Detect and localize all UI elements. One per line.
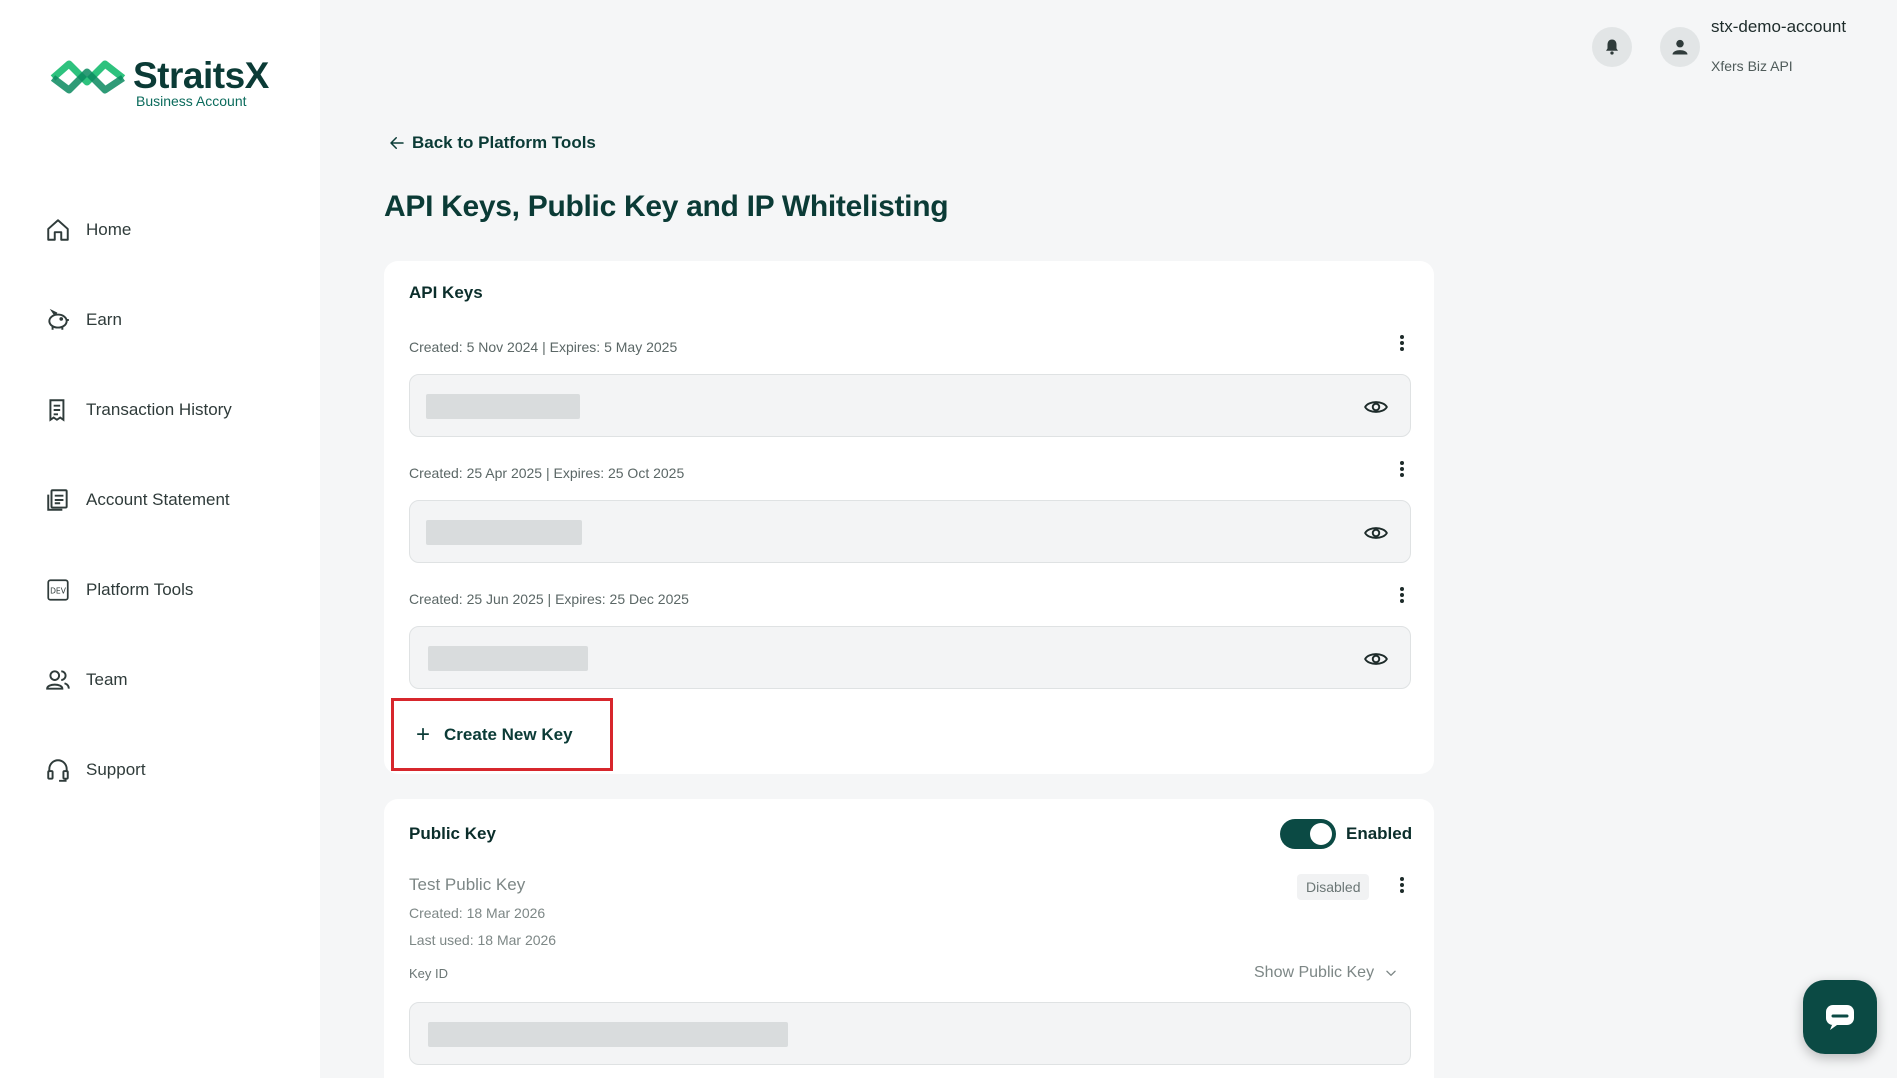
sidebar: StraitsX Business Account Home Earn Tran… <box>0 0 320 1078</box>
page-title: API Keys, Public Key and IP Whitelisting <box>384 190 949 223</box>
sidebar-item-platform-tools[interactable]: DEV Platform Tools <box>44 570 304 610</box>
create-new-key-label: Create New Key <box>444 724 573 744</box>
public-key-card: Public Key Enabled Test Public Key Creat… <box>384 799 1434 1078</box>
sidebar-item-earn[interactable]: Earn <box>44 300 304 340</box>
eye-icon[interactable] <box>1363 520 1389 546</box>
more-vertical-icon <box>1400 587 1404 603</box>
chevron-down-icon <box>1386 970 1396 976</box>
public-key-last-used: Last used: 18 Mar 2026 <box>409 932 557 948</box>
user-icon <box>1672 39 1688 55</box>
masked-key <box>426 394 580 419</box>
headset-icon <box>44 756 72 784</box>
public-key-name: Test Public Key <box>409 875 526 894</box>
bell-icon <box>1606 39 1618 55</box>
api-key-meta: Created: 25 Apr 2025 | Expires: 25 Oct 2… <box>409 465 685 481</box>
sidebar-item-support[interactable]: Support <box>44 750 304 790</box>
masked-key <box>428 646 588 671</box>
eye-icon[interactable] <box>1363 394 1389 420</box>
back-to-platform-tools-link[interactable]: Back to Platform Tools <box>388 133 596 153</box>
create-new-key-button[interactable]: + Create New Key <box>391 698 613 771</box>
sidebar-nav: Home Earn Transaction History Account St… <box>44 210 304 840</box>
sidebar-item-label: Transaction History <box>86 400 232 419</box>
chat-button[interactable] <box>1803 980 1877 1054</box>
toggle-knob <box>1310 823 1332 845</box>
account-subtitle: Xfers Biz API <box>1711 58 1793 74</box>
public-key-created: Created: 18 Mar 2026 <box>409 905 546 921</box>
plus-icon: + <box>416 720 431 748</box>
api-key-field[interactable] <box>409 500 1411 563</box>
more-vertical-icon <box>1400 461 1404 477</box>
sidebar-item-transaction-history[interactable]: Transaction History <box>44 390 304 430</box>
api-keys-title: API Keys <box>409 283 483 302</box>
back-link-label: Back to Platform Tools <box>412 133 596 152</box>
sidebar-item-label: Account Statement <box>86 490 230 509</box>
api-key-menu-button[interactable] <box>1392 457 1412 481</box>
public-key-title: Public Key <box>409 824 496 843</box>
dev-icon: DEV <box>44 576 72 604</box>
more-vertical-icon <box>1400 335 1404 351</box>
status-badge: Disabled <box>1297 874 1370 900</box>
public-key-toggle-group: Enabled <box>1280 819 1412 849</box>
more-vertical-icon <box>1400 877 1404 893</box>
straitsx-logo-icon <box>50 60 126 94</box>
account-name[interactable]: stx-demo-account <box>1711 17 1846 37</box>
sidebar-item-label: Team <box>86 670 128 689</box>
show-public-key-button[interactable]: Show Public Key <box>1254 964 1398 982</box>
api-keys-card: API Keys Created: 5 Nov 2024 | Expires: … <box>384 261 1434 774</box>
api-key-field[interactable] <box>409 374 1411 437</box>
show-public-key-label: Show Public Key <box>1254 964 1375 981</box>
api-key-meta: Created: 25 Jun 2025 | Expires: 25 Dec 2… <box>409 591 689 607</box>
masked-key <box>426 520 582 545</box>
sidebar-item-home[interactable]: Home <box>44 210 304 250</box>
key-id-label: Key ID <box>409 966 449 981</box>
receipt-icon <box>44 396 72 424</box>
public-key-menu-button[interactable] <box>1392 873 1412 897</box>
api-key-menu-button[interactable] <box>1392 331 1412 355</box>
home-icon <box>44 216 72 244</box>
sidebar-item-team[interactable]: Team <box>44 660 304 700</box>
brand-name: StraitsX <box>133 55 269 96</box>
api-key-field[interactable] <box>409 626 1411 689</box>
public-key-toggle[interactable] <box>1280 819 1336 849</box>
document-icon <box>44 486 72 514</box>
masked-key <box>428 1022 788 1047</box>
api-key-meta: Created: 5 Nov 2024 | Expires: 5 May 202… <box>409 339 678 355</box>
sidebar-item-label: Platform Tools <box>86 580 194 599</box>
eye-icon[interactable] <box>1363 646 1389 672</box>
notifications-button[interactable] <box>1592 27 1632 67</box>
svg-text:DEV: DEV <box>50 586 67 595</box>
sidebar-item-label: Earn <box>86 310 122 329</box>
arrow-left-icon <box>390 137 404 149</box>
sidebar-item-account-statement[interactable]: Account Statement <box>44 480 304 520</box>
team-icon <box>44 666 72 694</box>
chat-icon <box>1826 1005 1854 1030</box>
piggy-bank-icon <box>44 306 72 334</box>
brand-logo[interactable]: StraitsX Business Account <box>47 56 269 109</box>
sidebar-item-label: Home <box>86 220 132 239</box>
avatar[interactable] <box>1660 27 1700 67</box>
public-key-field[interactable] <box>409 1002 1411 1065</box>
toggle-label: Enabled <box>1346 824 1413 843</box>
api-key-menu-button[interactable] <box>1392 583 1412 607</box>
sidebar-item-label: Support <box>86 760 146 779</box>
